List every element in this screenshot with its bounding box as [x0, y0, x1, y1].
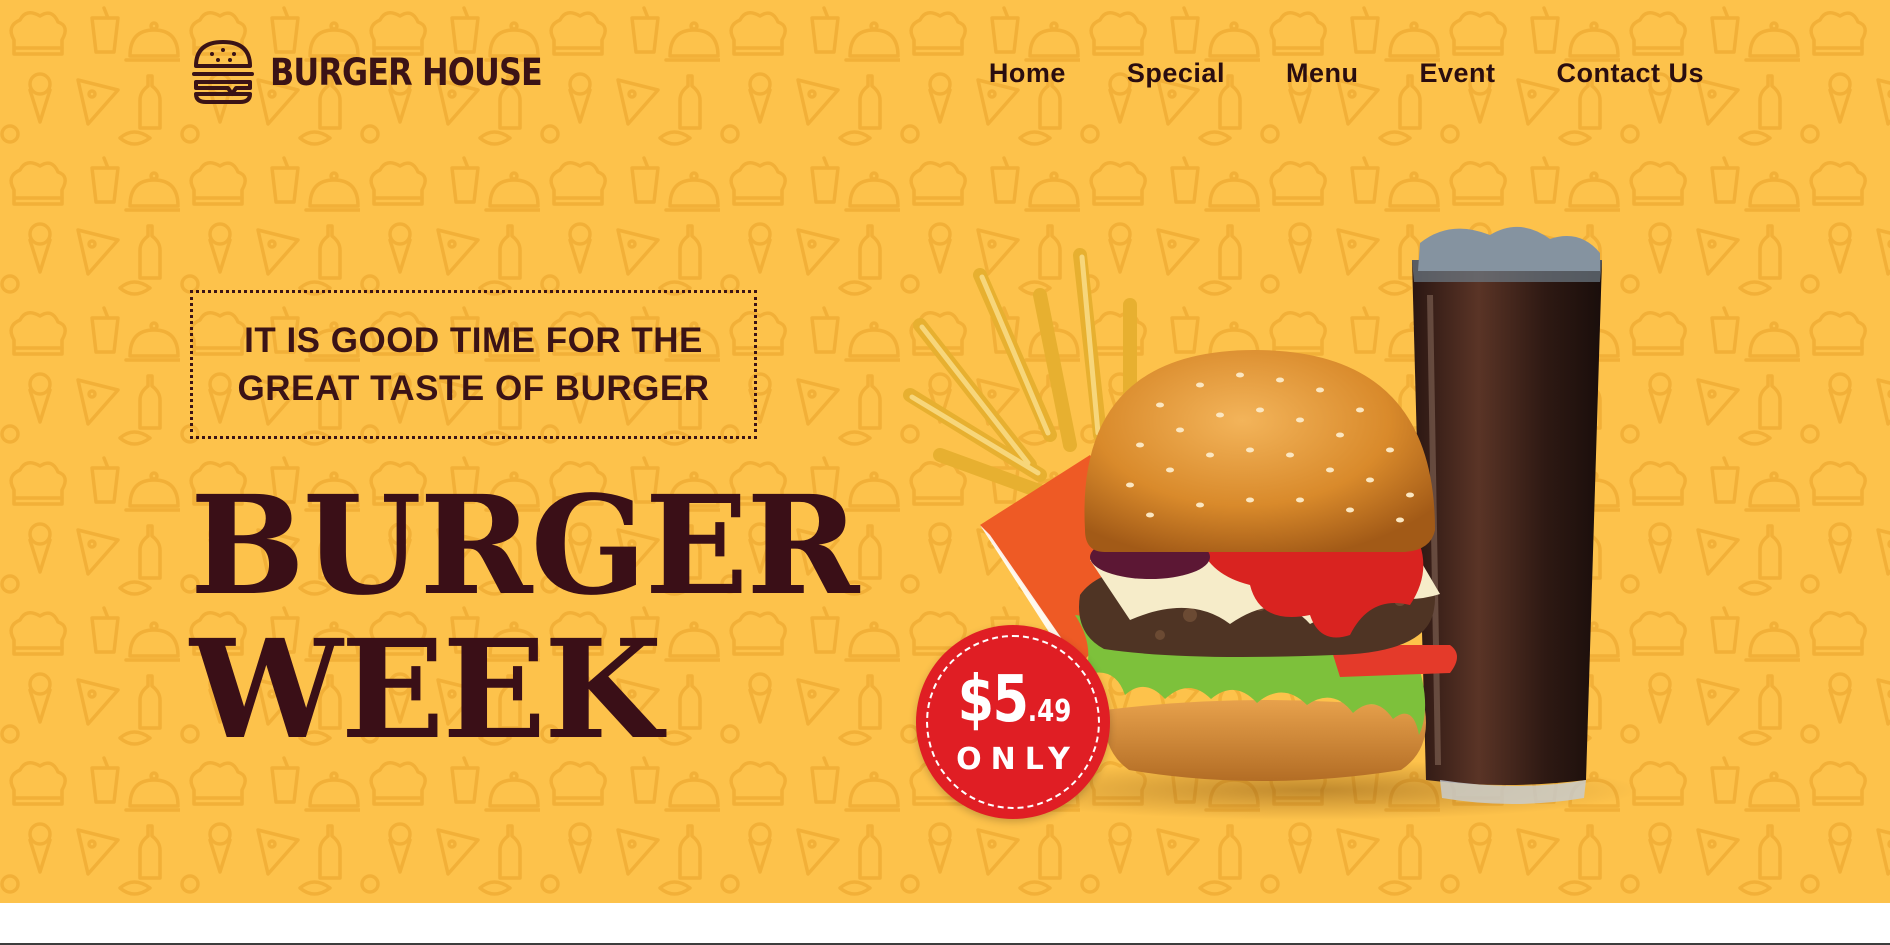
hero-headline: BURGER WEEK: [190, 466, 859, 770]
nav-contact-us[interactable]: Contact Us: [1556, 58, 1704, 89]
tagline-line-2: GREAT TASTE OF BURGER: [237, 368, 710, 408]
nav-event[interactable]: Event: [1419, 58, 1495, 89]
tagline-line-1: IT IS GOOD TIME FOR THE: [244, 320, 703, 360]
brand-logo[interactable]: BURGER HOUSE: [190, 38, 586, 106]
tagline-box: IT IS GOOD TIME FOR THE GREAT TASTE OF B…: [190, 290, 757, 439]
hero-section: BURGER HOUSE Home Special Menu Event Con…: [0, 0, 1890, 903]
nav-menu[interactable]: Menu: [1286, 58, 1359, 89]
nav-special[interactable]: Special: [1127, 58, 1225, 89]
cheeseburger: [1075, 350, 1457, 781]
burger-icon: [192, 40, 254, 104]
price-only-label: ONLY: [956, 742, 1079, 777]
cola-glass: [1412, 226, 1602, 804]
headline-line-2: WEEK: [190, 610, 662, 770]
brand-name: BURGER HOUSE: [270, 50, 543, 94]
price-amount: $5.49: [916, 663, 1110, 737]
main-nav: Home Special Menu Event Contact Us: [928, 58, 1704, 89]
headline-line-1: BURGER: [190, 466, 859, 626]
nav-home[interactable]: Home: [989, 58, 1066, 89]
price-badge: $5.49 ONLY: [916, 625, 1110, 819]
price-cents: .49: [1027, 694, 1072, 729]
price-dollars: $5: [957, 663, 1029, 737]
